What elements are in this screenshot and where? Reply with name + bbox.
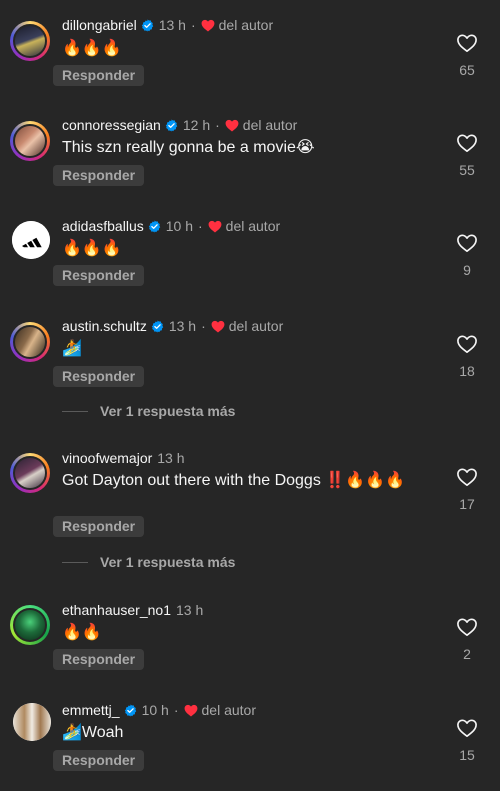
reply-button[interactable]: Responder xyxy=(53,165,145,186)
comment-header: dillongabriel 13 h · del autor xyxy=(62,16,274,34)
like-icon[interactable] xyxy=(456,334,478,354)
comment-header: emmettj_ 10 h · del autor xyxy=(62,701,256,719)
username[interactable]: ethanhauser_no1 xyxy=(62,601,171,619)
comment-text: 🔥🔥🔥 xyxy=(62,40,122,57)
like-count: 9 xyxy=(463,262,471,278)
reply-button[interactable]: Responder xyxy=(53,750,145,771)
avatar[interactable] xyxy=(10,322,50,362)
avatar[interactable] xyxy=(10,453,50,493)
author-heart-icon xyxy=(184,704,198,717)
timestamp: 12 h xyxy=(182,117,211,133)
like-icon[interactable] xyxy=(456,617,478,637)
avatar[interactable] xyxy=(10,21,50,61)
like-icon[interactable] xyxy=(456,467,478,487)
username[interactable]: emmettj_ xyxy=(62,701,120,719)
avatar[interactable] xyxy=(13,703,51,741)
like-count: 2 xyxy=(463,646,471,662)
adidas-logo-icon xyxy=(12,221,50,259)
like-icon[interactable] xyxy=(456,133,478,153)
comment-text: 🏄Woah xyxy=(62,724,124,741)
timestamp: 13 h xyxy=(157,450,185,466)
username[interactable]: dillongabriel xyxy=(62,16,137,34)
author-liked-label: del autor xyxy=(225,218,281,234)
timestamp: 13 h xyxy=(168,318,197,334)
comment-header: connoressegian 12 h · del autor xyxy=(62,116,298,134)
timestamp: 13 h xyxy=(158,17,186,33)
author-liked-label: del autor xyxy=(228,318,284,334)
comment-header: vinoofwemajor 13 h xyxy=(62,449,185,467)
verified-icon xyxy=(148,220,161,233)
verified-icon xyxy=(141,19,154,32)
comment-text: 🏄 xyxy=(62,340,82,357)
comment-header: austin.schultz 13 h · del autor xyxy=(62,317,284,335)
username[interactable]: adidasfballus xyxy=(62,217,144,235)
comment-header: adidasfballus 10 h · del autor xyxy=(62,217,281,235)
author-liked-label: del autor xyxy=(218,17,274,33)
reply-button[interactable]: Responder xyxy=(53,649,145,670)
view-more-replies-label[interactable]: Ver 1 respuesta más xyxy=(100,403,235,419)
reply-button[interactable]: Responder xyxy=(53,516,145,537)
like-count: 18 xyxy=(459,363,475,379)
like-count: 55 xyxy=(459,162,475,178)
author-heart-icon xyxy=(201,19,215,32)
username[interactable]: austin.schultz xyxy=(62,317,147,335)
avatar[interactable] xyxy=(10,605,50,645)
reply-button[interactable]: Responder xyxy=(53,65,145,86)
verified-icon xyxy=(151,320,164,333)
reply-button[interactable]: Responder xyxy=(53,265,145,286)
view-more-replies[interactable]: Ver 1 respuesta más xyxy=(62,554,235,570)
like-count: 17 xyxy=(459,496,475,512)
author-liked-label: del autor xyxy=(201,702,256,718)
verified-icon xyxy=(165,119,178,132)
avatar[interactable] xyxy=(10,121,50,161)
reply-button[interactable]: Responder xyxy=(53,366,145,387)
avatar[interactable] xyxy=(12,221,50,259)
author-liked-label: del autor xyxy=(242,117,298,133)
verified-icon xyxy=(124,704,137,717)
timestamp: 10 h xyxy=(165,218,193,234)
username[interactable]: connoressegian xyxy=(62,116,161,134)
view-more-replies[interactable]: Ver 1 respuesta más xyxy=(62,403,235,419)
author-heart-icon xyxy=(211,320,225,333)
author-heart-icon xyxy=(225,119,239,132)
comment-header: ethanhauser_no1 13 h xyxy=(62,601,203,619)
timestamp: 10 h xyxy=(141,702,169,718)
comment-text: This szn really gonna be a movie😭 xyxy=(62,139,315,156)
comment-text: 🔥🔥🔥 xyxy=(62,240,122,257)
comment-text: 🔥🔥 xyxy=(62,624,102,641)
like-icon[interactable] xyxy=(456,233,478,253)
timestamp: 13 h xyxy=(176,602,204,618)
view-more-replies-label[interactable]: Ver 1 respuesta más xyxy=(100,554,235,570)
comment-text: Got Dayton out there with the Doggs ‼️🔥🔥… xyxy=(62,472,405,489)
author-heart-icon xyxy=(208,220,222,233)
like-icon[interactable] xyxy=(456,33,478,53)
username[interactable]: vinoofwemajor xyxy=(62,449,152,467)
like-icon[interactable] xyxy=(456,718,478,738)
like-count: 65 xyxy=(459,62,475,78)
like-count: 15 xyxy=(459,747,475,763)
